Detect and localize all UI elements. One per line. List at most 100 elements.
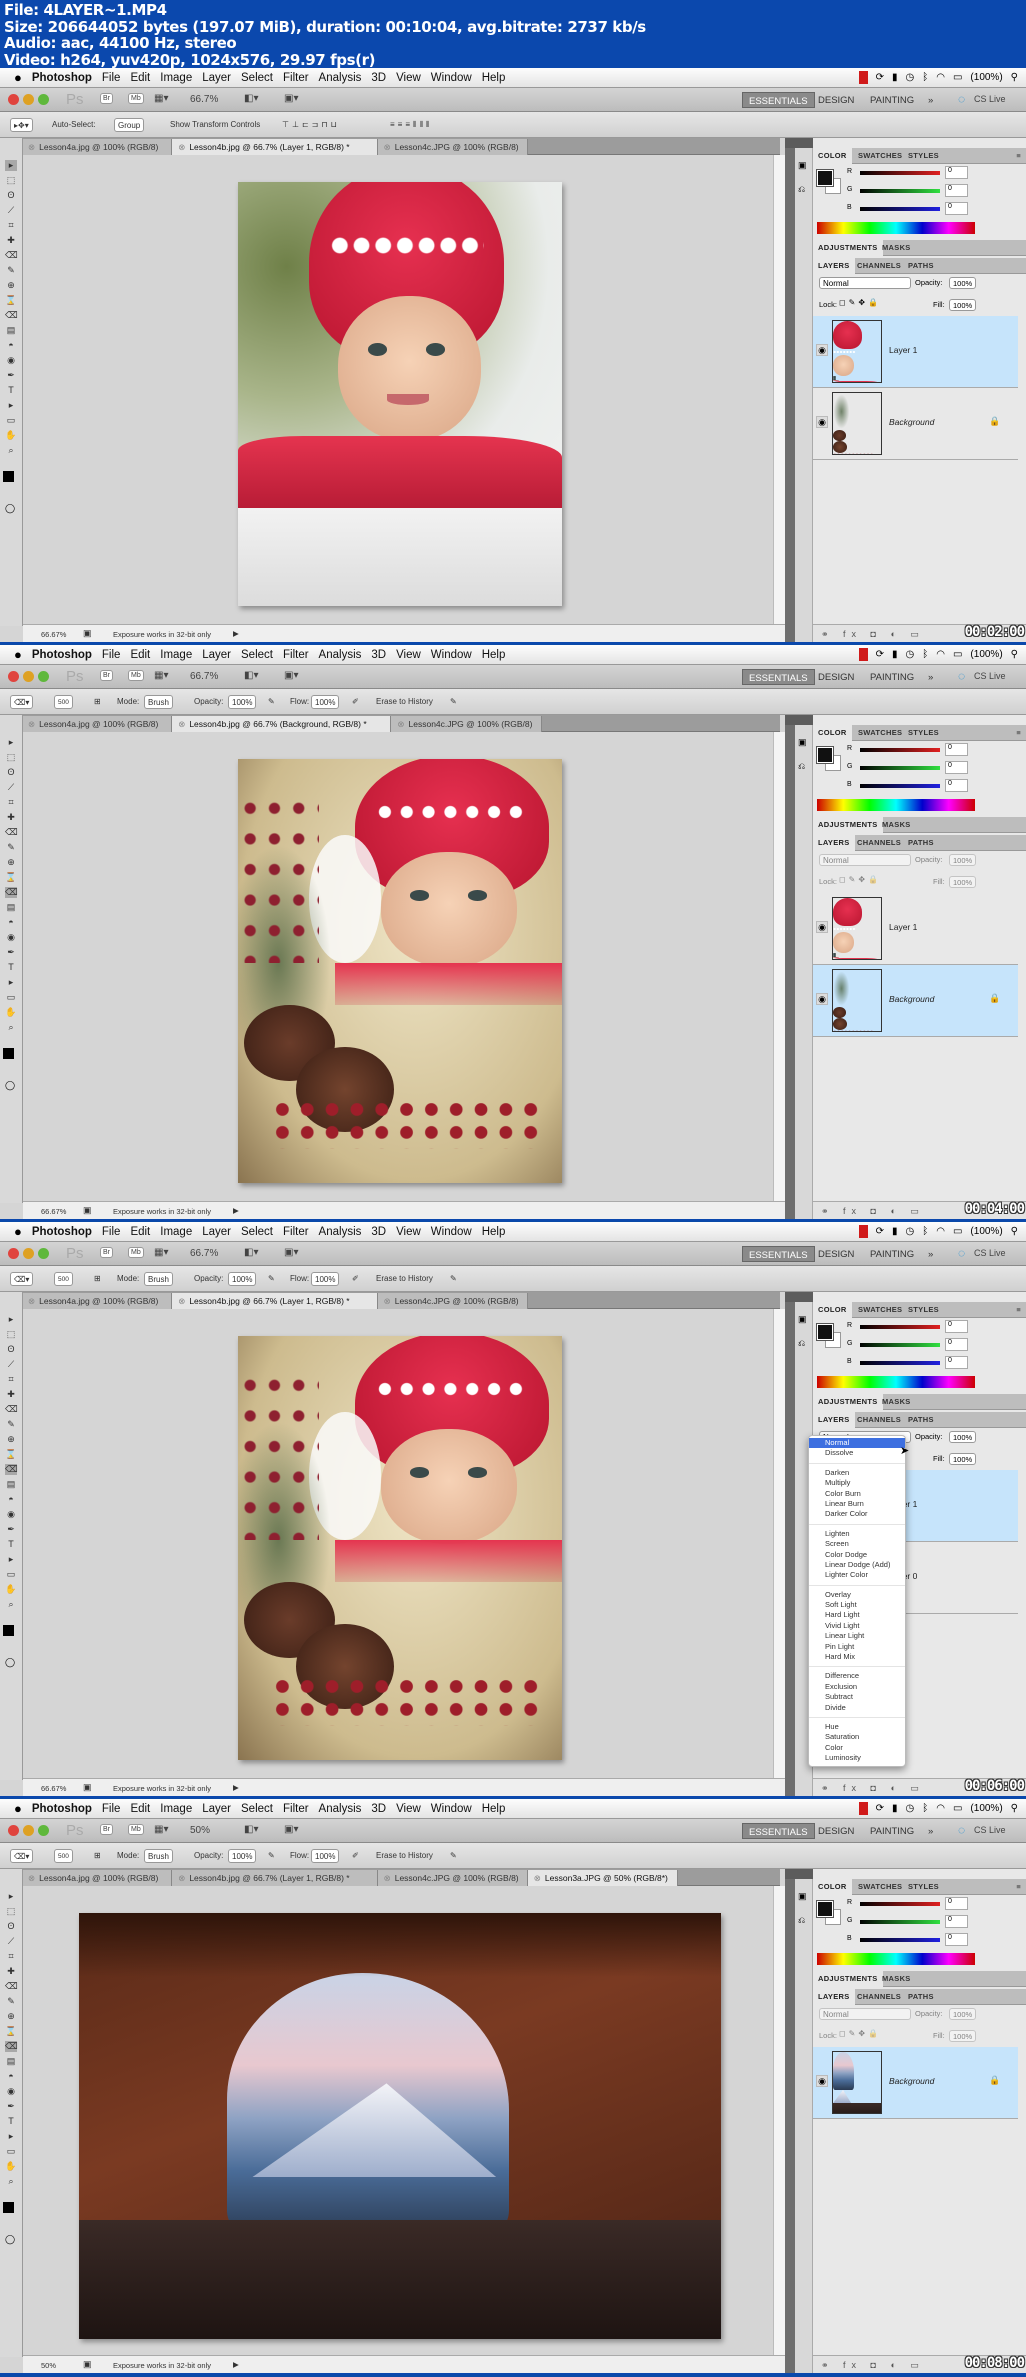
time-machine-icon[interactable]: ◷ [906,649,915,660]
panel-menu-icon[interactable]: ≡ [1011,725,1026,741]
quick-select-tool-icon[interactable]: ⟋ [5,1936,17,1947]
blend-mode-option[interactable]: Color Dodge [809,1550,905,1560]
cs-live-icon[interactable]: ◌ [958,1823,965,1837]
document-tab[interactable]: ⊗ Lesson4a.jpg @ 100% (RGB/8) [22,1870,173,1886]
history-brush-tool-icon[interactable]: ⌛ [5,295,17,306]
tab-layers[interactable]: LAYERS [813,835,855,851]
blend-mode-option[interactable]: Lighten [809,1529,905,1539]
mini-bridge-button[interactable]: Mb [128,1824,144,1835]
tab-channels[interactable]: CHANNELS [852,1412,906,1428]
tab-paths[interactable]: PATHS [903,835,939,851]
flow-input[interactable]: 100% [311,1272,340,1286]
close-tab-icon[interactable]: ⊗ [178,142,185,152]
blend-mode-option[interactable]: Overlay [809,1590,905,1600]
menu-view[interactable]: View [396,649,421,661]
status-zoom[interactable]: 50% [41,2361,56,2370]
apple-menu-icon[interactable]: ● [14,70,22,85]
close-tab-icon[interactable]: ⊗ [384,1296,391,1306]
workspace-essentials[interactable]: ESSENTIALS [742,92,815,108]
crop-tool-icon[interactable]: ⌗ [5,1374,17,1385]
wifi-icon[interactable]: ◠ [936,1226,945,1237]
eraser-tool-preset[interactable]: ⌫▾ [10,1849,34,1863]
blend-mode-option[interactable]: Subtract [809,1692,905,1702]
channel-slider-g[interactable] [860,1343,940,1347]
tab-styles[interactable]: STYLES [903,1302,944,1318]
lock-icons[interactable]: ◻✎✥🔒 [839,298,881,307]
pen-tool-icon[interactable]: ✒ [5,370,17,381]
tab-channels[interactable]: CHANNELS [852,258,906,274]
menu-view[interactable]: View [396,1226,421,1238]
battery-icon[interactable]: ▭ [953,72,962,83]
menu-image[interactable]: Image [160,649,192,661]
shape-tool-icon[interactable]: ▭ [5,415,17,426]
menu-photoshop[interactable]: Photoshop [32,1226,92,1238]
wifi-icon[interactable]: ◠ [936,649,945,660]
menu-filter[interactable]: Filter [283,1803,309,1815]
show-transform-checkbox[interactable]: Show Transform Controls [170,118,260,132]
cs-live-menu[interactable]: CS Live [974,94,1006,104]
zoom-level-dropdown[interactable]: 66.7% [190,671,218,682]
tab-paths[interactable]: PATHS [903,1412,939,1428]
tab-layers[interactable]: LAYERS [813,1989,855,2005]
document-tab[interactable]: ⊗ Lesson4c.JPG @ 100% (RGB/8) [377,1870,528,1886]
menu-photoshop[interactable]: Photoshop [32,1803,92,1815]
channel-value-g[interactable]: 0 [945,761,968,774]
opacity-input[interactable]: 100% [228,1849,257,1863]
menu-view[interactable]: View [396,1803,421,1815]
move-tool-icon[interactable]: ▸ [5,1314,17,1325]
blend-mode-option[interactable]: Hue [809,1722,905,1732]
tab-styles[interactable]: STYLES [903,725,944,741]
eraser-tool-icon[interactable]: ⌫ [5,2041,18,2052]
layer-fill-input[interactable]: 100% [949,1453,977,1465]
cs-live-menu[interactable]: CS Live [974,671,1006,681]
healing-tool-icon[interactable]: ⌫ [5,1404,18,1415]
visibility-eye-icon[interactable]: ◉ [816,921,828,933]
time-machine-icon[interactable]: ◷ [906,1226,915,1237]
channel-value-b[interactable]: 0 [945,202,968,215]
visibility-eye-icon[interactable]: ◉ [816,344,828,356]
menu-image[interactable]: Image [160,1803,192,1815]
pen-tool-icon[interactable]: ✒ [5,947,17,958]
history-panel-icon[interactable]: ⎌ [798,1338,805,1349]
menu-help[interactable]: Help [482,1803,506,1815]
color-spectrum-bar[interactable] [817,1376,975,1388]
pressure-opacity-icon[interactable]: ✎ [268,695,275,709]
quick-mask-icon[interactable]: ◯ [5,1080,15,1091]
status-info-icon[interactable]: ▣ [83,628,92,639]
mini-bridge-panel-icon[interactable]: ▣ [798,1891,807,1902]
quick-select-tool-icon[interactable]: ⟋ [5,205,17,216]
zoom-button[interactable] [38,1825,49,1836]
menu-file[interactable]: File [102,1226,121,1238]
menu-window[interactable]: Window [431,649,472,661]
layer-row[interactable]: ◉ Layer 1 [813,316,1018,388]
menu-edit[interactable]: Edit [130,649,150,661]
document-tab[interactable]: ⊗ Lesson4b.jpg @ 66.7% (Background, RGB/8… [172,716,392,732]
blend-mode-option[interactable]: Hard Mix [809,1652,905,1662]
vertical-scrollbar[interactable] [773,155,785,624]
tab-styles[interactable]: STYLES [903,148,944,164]
tab-swatches[interactable]: SWATCHES [853,148,907,164]
type-tool-icon[interactable]: T [5,1539,17,1550]
layer-footer-icons[interactable]: ⚭ fx ◘ ◐ ▭ [821,629,925,640]
eraser-tool-icon[interactable]: ⌫ [5,310,18,321]
type-tool-icon[interactable]: T [5,962,17,973]
layer-opacity-input[interactable]: 100% [949,277,977,289]
workspace-essentials[interactable]: ESSENTIALS [742,1246,815,1262]
menu-analysis[interactable]: Analysis [319,1803,362,1815]
pen-tool-icon[interactable]: ✒ [5,2101,17,2112]
mini-bridge-button[interactable]: Mb [128,1247,144,1258]
layer-fill-input[interactable]: 100% [949,2030,977,2042]
spotlight-icon[interactable]: ⚲ [1011,72,1018,83]
menu-filter[interactable]: Filter [283,1226,309,1238]
healing-tool-icon[interactable]: ⌫ [5,250,18,261]
quick-select-tool-icon[interactable]: ⟋ [5,782,17,793]
brush-panel-icon[interactable]: ⊞ [94,1849,101,1863]
tab-swatches[interactable]: SWATCHES [853,1879,907,1895]
status-zoom[interactable]: 66.67% [41,1784,66,1793]
tab-color[interactable]: COLOR [813,148,852,164]
close-tab-icon[interactable]: ⊗ [384,142,391,152]
menu-file[interactable]: File [102,1803,121,1815]
mini-bridge-panel-icon[interactable]: ▣ [798,160,807,171]
color-spectrum-bar[interactable] [817,222,975,234]
blend-mode-option[interactable]: Screen [809,1539,905,1549]
